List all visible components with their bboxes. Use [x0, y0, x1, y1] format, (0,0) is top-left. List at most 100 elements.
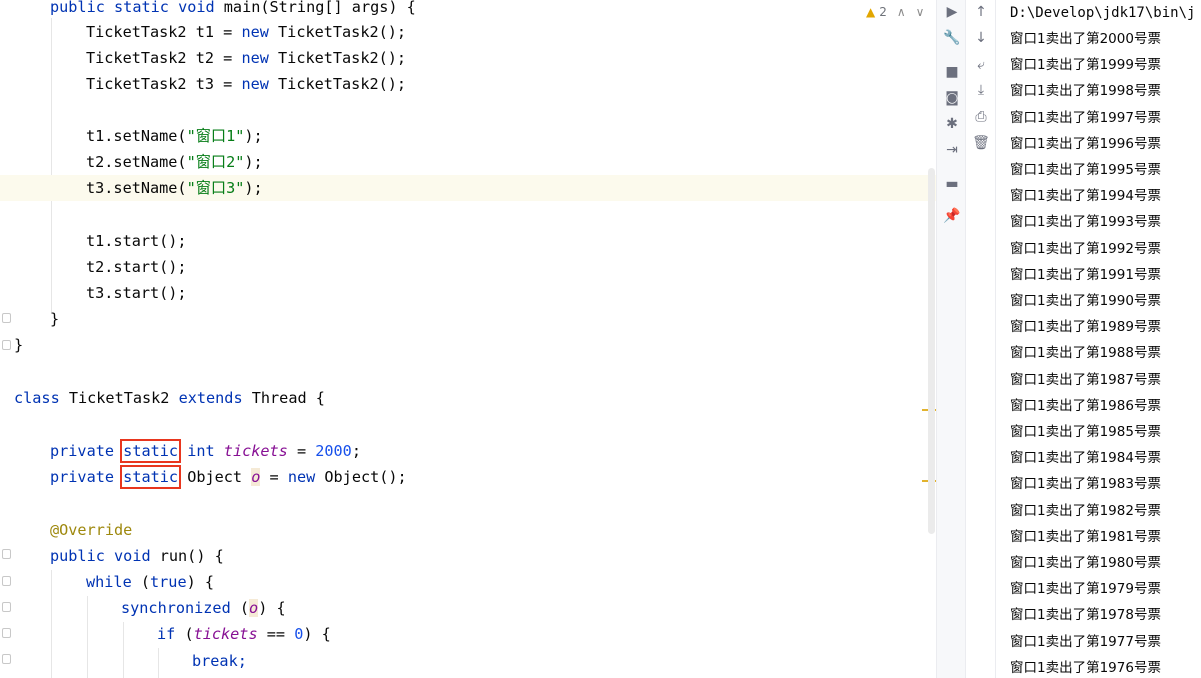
fold-marker-if-body[interactable] — [2, 654, 11, 664]
code-line-t1-decl[interactable]: TicketTask2 t1 = new TicketTask2(); — [86, 19, 406, 45]
layout-icon[interactable]: ▬ — [942, 174, 962, 194]
code-text: TicketTask2 — [59, 389, 179, 407]
exit-icon[interactable]: ⇥ — [942, 140, 962, 160]
code-text: TicketTask2(); — [268, 49, 407, 67]
console-line: 窗口1卖出了第1985号票 — [1010, 424, 1161, 440]
console-line: 窗口1卖出了第1980号票 — [1010, 555, 1161, 571]
fold-marker-run[interactable] — [2, 549, 11, 559]
camera-icon[interactable]: ◙ — [942, 88, 962, 108]
code-text: TicketTask2 t3 = — [86, 75, 242, 93]
code-line-class-decl[interactable]: class TicketTask2 extends Thread { — [14, 385, 325, 411]
code-text: ) { — [186, 573, 215, 591]
console-line: 窗口1卖出了第1983号票 — [1010, 476, 1161, 493]
run-toolbar: ▶ 🔧 ■ ◙ ✱ ⇥ ▬ 📌 — [936, 0, 966, 678]
code-text: TicketTask2(); — [268, 23, 407, 41]
field-name: o — [249, 599, 259, 617]
code-line-while[interactable]: while (true) { — [86, 569, 214, 595]
scroll-to-end-icon[interactable]: ⤓ — [971, 80, 991, 100]
run-icon[interactable]: ▶ — [942, 2, 962, 22]
keyword: new — [287, 468, 316, 486]
code-line-t3-setname[interactable]: t3.setName("窗口3"); — [86, 175, 263, 201]
bug-settings-icon[interactable]: ✱ — [942, 114, 962, 134]
stop-icon[interactable]: ■ — [942, 62, 962, 82]
console-output[interactable]: D:\Develop\jdk17\bin\j 窗口1卖出了第2000号票 窗口1卖… — [997, 0, 1201, 678]
keyword: true — [150, 573, 187, 591]
code-line-t1-start[interactable]: t1.start(); — [86, 228, 187, 254]
console-line: 窗口1卖出了第1982号票 — [1010, 502, 1161, 519]
code-text: t3.setName( — [86, 179, 187, 197]
code-line-break[interactable]: break; — [192, 648, 247, 674]
code-line-t3-decl[interactable]: TicketTask2 t3 = new TicketTask2(); — [86, 71, 406, 97]
trash-icon[interactable]: 🗑 — [971, 133, 991, 153]
fold-marker-class-end[interactable] — [2, 340, 11, 350]
fold-marker-if[interactable] — [2, 628, 11, 638]
console-line: 窗口1卖出了第2000号票 — [1010, 31, 1161, 47]
code-editor[interactable]: public static void main(String[] args) {… — [0, 0, 936, 678]
code-line-close-class[interactable]: } — [14, 332, 23, 358]
pin-icon[interactable]: 📌 — [942, 206, 962, 226]
keyword: public — [50, 0, 105, 16]
code-line-t2-decl[interactable]: TicketTask2 t2 = new TicketTask2(); — [86, 45, 406, 71]
arrow-up-icon[interactable]: ↑ — [971, 2, 991, 22]
string-literal: "窗口2" — [186, 153, 245, 171]
code-line-lock-field[interactable]: private static Object o = new Object(); — [50, 464, 407, 490]
keyword: private — [50, 468, 115, 486]
code-text: t2.setName( — [86, 153, 187, 171]
keyword: public — [50, 547, 105, 565]
arrow-down-icon[interactable]: ↓ — [971, 28, 991, 48]
keyword: void — [178, 0, 215, 16]
code-text: run() { — [150, 547, 224, 565]
wrench-icon[interactable]: 🔧 — [942, 28, 962, 48]
previous-highlight-button[interactable]: ∧ — [897, 5, 906, 19]
code-text: Thread { — [242, 389, 325, 407]
warning-count: 2 — [879, 5, 887, 19]
warning-icon: ▲ — [866, 5, 876, 19]
indent-guide — [158, 648, 159, 678]
code-line-t2-setname[interactable]: t2.setName("窗口2"); — [86, 149, 263, 175]
code-text: t1.setName( — [86, 127, 187, 145]
code-line-main-signature[interactable]: public static void main(String[] args) { — [50, 0, 416, 20]
code-line-close-main[interactable]: } — [50, 306, 59, 332]
code-text: TicketTask2(); — [268, 75, 407, 93]
code-text: ) { — [258, 599, 286, 617]
keyword: new — [241, 49, 269, 67]
console-line: 窗口1卖出了第1984号票 — [1010, 450, 1161, 467]
code-text: ); — [244, 179, 263, 197]
code-text: ); — [244, 153, 263, 171]
static-keyword-highlighted: static — [120, 439, 182, 463]
console-line: 窗口1卖出了第1976号票 — [1010, 659, 1161, 676]
number-literal: 2000 — [315, 442, 352, 460]
keyword: static — [114, 0, 169, 16]
code-line-if[interactable]: if (tickets == 0) { — [157, 621, 331, 647]
code-text: TicketTask2 t2 = — [86, 49, 242, 67]
console-line: 窗口1卖出了第1998号票 — [1010, 83, 1161, 100]
fold-marker-main-end[interactable] — [2, 313, 11, 323]
fold-marker-while[interactable] — [2, 576, 11, 586]
code-text: ( — [175, 625, 194, 643]
code-line-annotation[interactable]: @Override — [50, 517, 132, 543]
editor-scrollbar-thumb[interactable] — [928, 168, 935, 534]
code-line-t1-setname[interactable]: t1.setName("窗口1"); — [86, 123, 263, 149]
keyword: new — [241, 23, 269, 41]
console-line: 窗口1卖出了第1986号票 — [1010, 397, 1161, 414]
indent-guide — [123, 622, 124, 678]
keyword: new — [241, 75, 269, 93]
console-line: 窗口1卖出了第1979号票 — [1010, 581, 1161, 598]
code-line-t3-start[interactable]: t3.start(); — [86, 280, 187, 306]
console-line: 窗口1卖出了第1997号票 — [1010, 109, 1161, 126]
console-line: 窗口1卖出了第1999号票 — [1010, 57, 1161, 74]
code-text: ( — [131, 573, 151, 591]
soft-wrap-icon[interactable]: ⤶ — [971, 55, 991, 75]
code-line-t2-start[interactable]: t2.start(); — [86, 254, 187, 280]
code-line-run-signature[interactable]: public void run() { — [50, 543, 224, 569]
fold-marker-synchronized[interactable] — [2, 602, 11, 612]
keyword: while — [86, 573, 132, 591]
indent-guide — [51, 570, 52, 678]
code-line-synchronized[interactable]: synchronized (o) { — [121, 595, 286, 621]
code-line-tickets-field[interactable]: private static int tickets = 2000; — [50, 438, 361, 464]
inspection-widget[interactable]: ▲ 2 ∧ ∨ — [866, 4, 924, 20]
keyword: synchronized — [121, 599, 231, 617]
print-icon[interactable]: ⎙ — [971, 107, 991, 127]
code-text: = — [260, 468, 288, 486]
code-text: ; — [351, 442, 361, 460]
